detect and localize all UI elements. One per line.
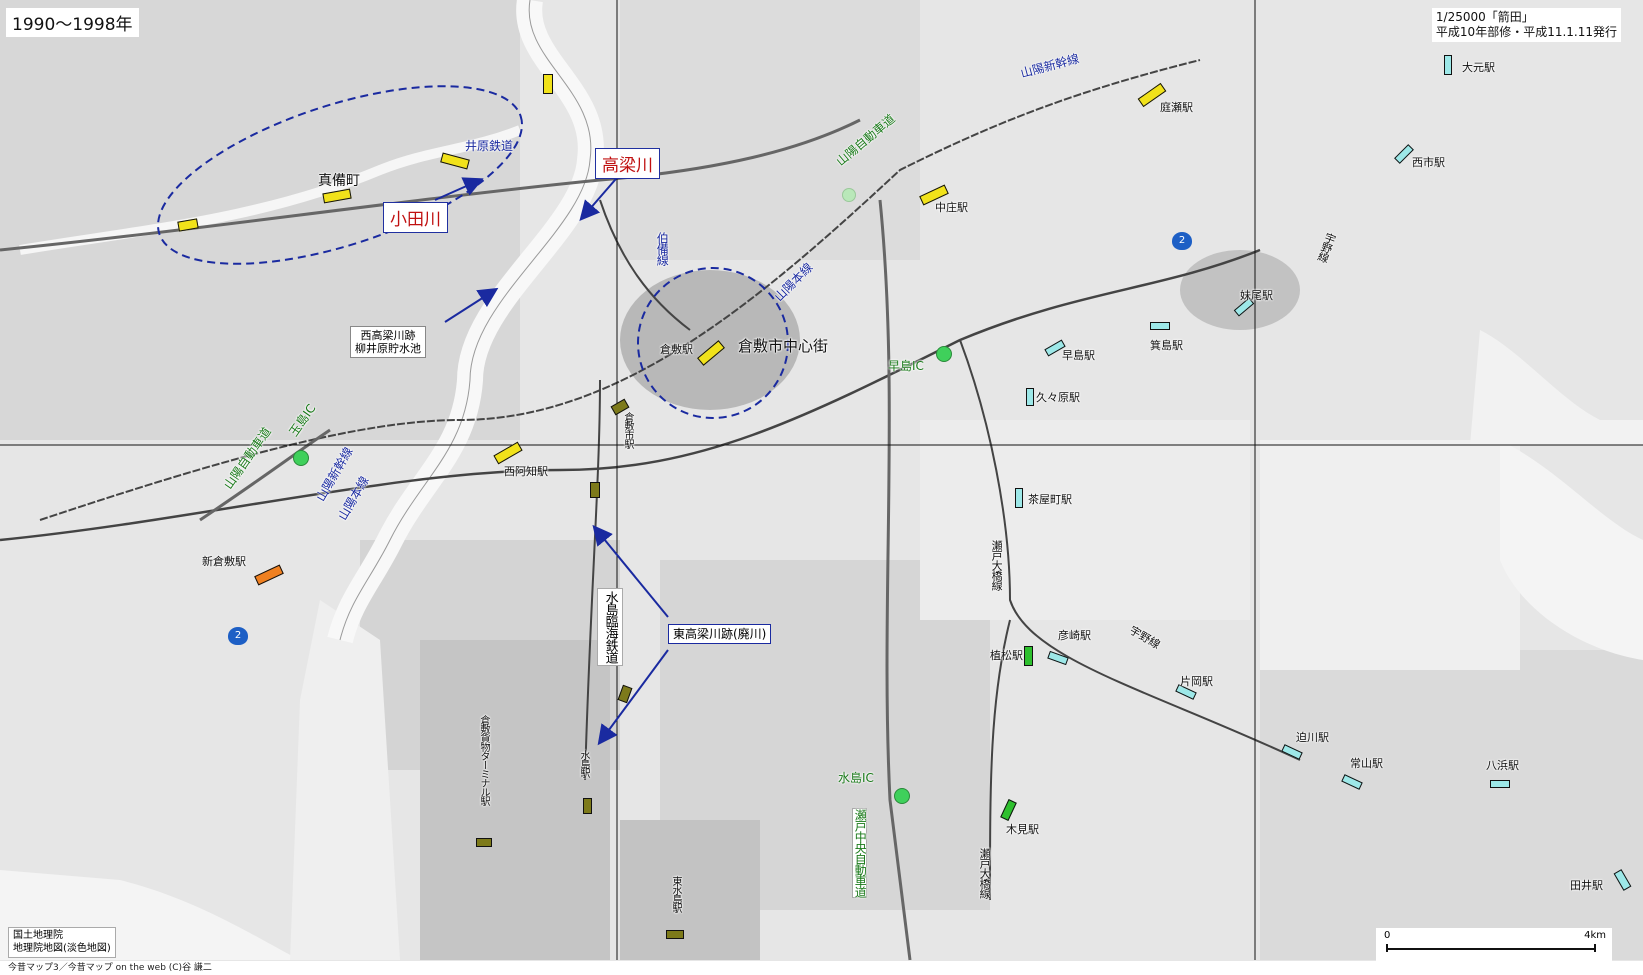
- source-note: 1/25000「箭田」 平成10年部修・平成11.1.11発行: [1431, 8, 1621, 42]
- mizushima-ic-label: 水島IC: [838, 771, 874, 785]
- nishi-reservoir-line-2: 柳井原貯水池: [355, 342, 421, 356]
- kataoka-station-label: 片岡駅: [1180, 675, 1213, 688]
- interchange-marker-north[interactable]: [842, 188, 856, 202]
- higashi-mizushima-station-marker[interactable]: [666, 930, 684, 939]
- nishi-takahashi-annotation: 西高梁川跡 柳井原貯水池: [350, 326, 426, 359]
- takahashi-river-label: 高梁川: [595, 148, 660, 179]
- city-center-label: 倉敷市中心街: [738, 337, 829, 355]
- route-2-shield-ne: 2: [1172, 232, 1192, 250]
- topographic-base-map: [0, 0, 1643, 975]
- mabi-town-label: 真備町: [318, 173, 360, 189]
- ibara-railway-label: 井原鉄道: [465, 139, 514, 153]
- shinkurashiki-station-label: 新倉敷駅: [202, 555, 246, 568]
- kukuhara-station-label: 久々原駅: [1036, 391, 1080, 404]
- scale-bar-line: [1386, 948, 1596, 950]
- omoto-station-label: 大元駅: [1462, 61, 1495, 74]
- hayashima-station-label: 早島駅: [1062, 349, 1095, 362]
- attribution-footer: 今昔マップ3／今昔マップ on the web (C)谷 謙二: [0, 961, 1643, 975]
- tsuneyama-station-label: 常山駅: [1350, 757, 1383, 770]
- kurashiki-shi-station-label: 倉敷市駅: [622, 412, 633, 448]
- kurashiki-station-label: 倉敷駅: [660, 343, 693, 356]
- nishiichi-station-label: 西市駅: [1412, 156, 1445, 169]
- minoshima-station-marker[interactable]: [1150, 322, 1170, 330]
- period-label: 1990〜1998年: [6, 8, 139, 37]
- nishi-reservoir-line-1: 西高梁川跡: [360, 329, 416, 342]
- hikosaki-station-label: 彦崎駅: [1058, 629, 1091, 642]
- route-2-shield-w: 2: [228, 627, 248, 645]
- mizushima-rinkai-railway-label: 水島臨海鉄道: [597, 588, 623, 666]
- scale-tick-end: [1594, 944, 1596, 952]
- kurashiki-kamotsu-station-marker[interactable]: [476, 838, 492, 847]
- nakasho-station-label: 中庄駅: [935, 201, 968, 214]
- mizushima-line-marker-1[interactable]: [590, 482, 600, 498]
- nishiachi-station-label: 西阿知駅: [504, 465, 548, 478]
- scale-bar: 0 4km: [1376, 928, 1612, 962]
- map-credit: 国土地理院 地理院地図(淡色地図): [8, 927, 116, 958]
- kukuhara-station-marker[interactable]: [1026, 388, 1034, 406]
- niwase-station-label: 庭瀬駅: [1160, 101, 1193, 114]
- oda-river-label: 小田川: [383, 202, 448, 233]
- higashi-takahashi-annotation: 東高梁川跡(廃川): [668, 624, 772, 645]
- hayashima-ic-marker[interactable]: [936, 346, 952, 362]
- scale-start-label: 0: [1384, 930, 1391, 941]
- scale-tick-start: [1386, 944, 1388, 952]
- sakogawa-station-label: 迫川駅: [1296, 731, 1329, 744]
- kurashiki-kamotsu-station-label: 倉敷貨物ターミナル駅: [478, 715, 489, 805]
- omoto-station-marker[interactable]: [1444, 55, 1452, 75]
- scale-end-label: 4km: [1584, 930, 1606, 941]
- higashi-mizushima-station-label: 東水島駅: [670, 876, 681, 912]
- minoshima-station-label: 箕島駅: [1150, 339, 1183, 352]
- seto-chuo-expressway-label: 瀬戸中央自動車道: [852, 808, 868, 898]
- mizushima-station-label: 水島駅: [578, 750, 589, 777]
- credit-line-2: 地理院地図(淡色地図): [13, 942, 111, 954]
- credit-line-1: 国土地理院: [13, 930, 63, 941]
- mizushima-station-marker[interactable]: [583, 798, 592, 814]
- yahama-station-label: 八浜駅: [1486, 759, 1519, 772]
- hakubi-line-label: 伯備線: [655, 232, 670, 265]
- ibara-station-marker-1[interactable]: [543, 74, 553, 94]
- kimi-station-label: 木見駅: [1006, 823, 1039, 836]
- tai-station-label: 田井駅: [1570, 879, 1603, 892]
- map-canvas[interactable]: 1990〜1998年 1/25000「箭田」 平成10年部修・平成11.1.11…: [0, 0, 1643, 975]
- mizushima-ic-marker[interactable]: [894, 788, 910, 804]
- tamashima-ic-marker[interactable]: [293, 450, 309, 466]
- source-line-1: 1/25000「箭田」: [1435, 10, 1534, 24]
- ueno-station-label: 植松駅: [990, 649, 1023, 662]
- yahama-station-marker[interactable]: [1490, 780, 1510, 788]
- chayamachi-station-label: 茶屋町駅: [1028, 493, 1072, 506]
- hayashima-ic-label: 早島IC: [888, 359, 924, 373]
- seno-station-label: 妹尾駅: [1240, 289, 1273, 302]
- seto-ohashi-line-label-n: 瀬戸大橋線: [990, 540, 1004, 590]
- seto-ohashi-line-label-s: 瀬戸大橋線: [978, 848, 992, 898]
- source-line-2: 平成10年部修・平成11.1.11発行: [1435, 25, 1617, 39]
- ueno-station-marker[interactable]: [1024, 646, 1033, 666]
- chayamachi-station-marker[interactable]: [1015, 488, 1023, 508]
